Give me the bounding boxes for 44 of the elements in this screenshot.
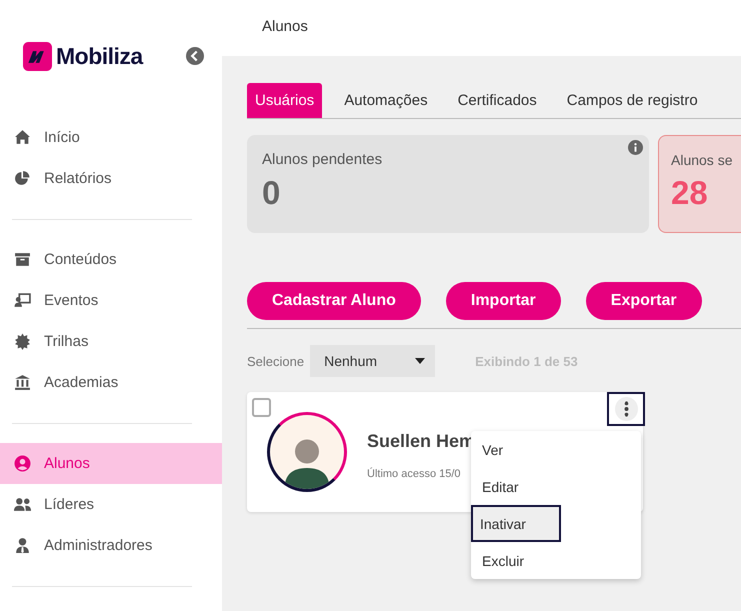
menu-item[interactable]: Excluir <box>471 542 641 579</box>
stat-value: 0 <box>262 174 282 212</box>
menu-item[interactable]: Ver <box>471 431 641 468</box>
checkbox[interactable] <box>252 398 271 417</box>
info-icon <box>628 140 643 155</box>
select-dropdown[interactable]: Nenhum <box>310 345 436 377</box>
action-button[interactable]: Importar <box>446 282 561 320</box>
nav-item[interactable]: Administradores <box>0 525 222 566</box>
caret-icon <box>415 358 426 364</box>
last-access-text: Último acesso 15/0 <box>367 468 462 480</box>
stat-value: 28 <box>671 174 709 212</box>
user-circle-icon <box>13 455 32 472</box>
tab[interactable]: Automações <box>336 83 436 118</box>
user-tie-icon <box>13 537 32 554</box>
users-icon <box>13 496 32 513</box>
filter-label: Selecione <box>247 354 304 368</box>
nav-item[interactable]: Academias <box>0 362 222 403</box>
pie-chart-icon <box>13 170 32 187</box>
tab[interactable]: Certificados <box>450 83 545 118</box>
archive-icon <box>13 251 32 268</box>
logo-icon <box>23 42 52 70</box>
more-options-button[interactable] <box>607 392 645 426</box>
action-button[interactable]: Cadastrar Aluno <box>247 282 421 320</box>
nav-item[interactable]: Relatórios <box>0 158 222 199</box>
action-button[interactable]: Exportar <box>586 282 702 320</box>
nav-item[interactable]: Início <box>0 117 222 158</box>
badge-icon <box>13 333 32 350</box>
nav-item[interactable]: Eventos <box>0 280 222 321</box>
nav-item[interactable]: Conteúdos <box>0 239 222 280</box>
nav-item[interactable]: Líderes <box>0 484 222 525</box>
stat-label: Alunos se <box>671 152 734 168</box>
tab[interactable]: Usuários <box>247 83 322 118</box>
page-title: Alunos <box>262 18 308 35</box>
nav-item[interactable]: Trilhas <box>0 321 222 362</box>
tab[interactable]: Campos de registro <box>558 83 706 118</box>
menu-item[interactable]: Inativar <box>471 505 561 542</box>
home-icon <box>13 129 32 146</box>
collapse-icon <box>186 47 204 65</box>
kebab-icon <box>614 397 638 421</box>
building-icon <box>13 374 32 391</box>
menu-item[interactable]: Editar <box>471 468 641 505</box>
presenter-icon <box>13 292 32 309</box>
logo-text: Mobiliza <box>56 42 143 70</box>
stat-label: Alunos pendentes <box>262 151 384 168</box>
